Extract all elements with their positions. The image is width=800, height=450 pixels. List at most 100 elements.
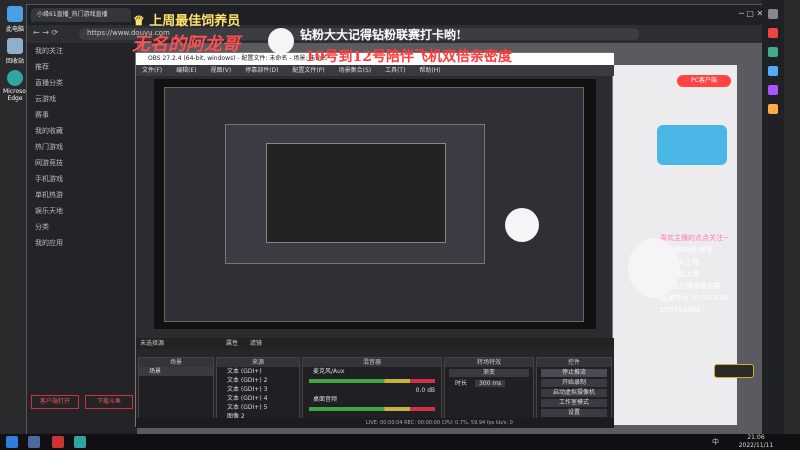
menu-file[interactable]: 文件(F) bbox=[142, 67, 162, 74]
office-icon[interactable] bbox=[768, 66, 778, 76]
sidebar-item[interactable]: 娱乐天地 bbox=[27, 203, 137, 219]
shopping-icon[interactable] bbox=[768, 28, 778, 38]
menu-edit[interactable]: 编辑(E) bbox=[176, 67, 196, 74]
source-toolbar: 未选择源 属性 滤镜 bbox=[136, 338, 614, 349]
obs-menu-bar: 文件(F) 编辑(E) 视图(V) 停靠部件(D) 配置文件(P) 场景集合(S… bbox=[136, 65, 614, 76]
sidebar-item[interactable]: 分类 bbox=[27, 219, 137, 235]
clock[interactable]: 21:06 2022/11/11 bbox=[736, 434, 776, 450]
steam-icon[interactable] bbox=[28, 436, 40, 448]
dock-title: 控件 bbox=[537, 358, 611, 367]
menu-view[interactable]: 视图(V) bbox=[210, 67, 231, 74]
audio-meter bbox=[309, 379, 435, 383]
source-item[interactable]: 文本 (GDI+) 4 bbox=[217, 394, 299, 403]
desktop-icon-recycle[interactable]: 回收站 bbox=[3, 38, 27, 65]
sidebar-item[interactable]: 赛事 bbox=[27, 107, 137, 123]
obs-preview[interactable] bbox=[154, 79, 596, 329]
obs-taskbar-icon[interactable] bbox=[52, 436, 64, 448]
source-item[interactable]: 文本 (GDI+) 3 bbox=[217, 385, 299, 394]
obs-window: OBS 27.2.4 (64-bit, windows) - 配置文件: 未命名… bbox=[135, 52, 614, 428]
banner-top: ♛ 上周最佳饲养员 bbox=[133, 10, 240, 29]
back-forward-icon[interactable]: ← → ⟳ bbox=[33, 28, 58, 37]
virtual-camera-button[interactable]: 启动虚拟摄像机 bbox=[541, 389, 607, 397]
scene-item[interactable]: 场景 bbox=[139, 367, 213, 376]
dock-title: 场景 bbox=[139, 358, 213, 367]
source-item[interactable]: 文本 (GDI+) bbox=[217, 367, 299, 376]
pc-client-badge[interactable]: PC客户端 bbox=[677, 75, 731, 87]
menu-scene-collection[interactable]: 场景集合(S) bbox=[339, 67, 372, 74]
desktop-icon-label: 此电脑 bbox=[5, 26, 24, 33]
nested-preview bbox=[164, 87, 584, 322]
sidebar-item[interactable]: 网游竞技 bbox=[27, 155, 137, 171]
transition-select[interactable]: 渐变 bbox=[449, 369, 529, 377]
controls-dock: 控件 停止推流 开始录制 启动虚拟摄像机 工作室模式 设置 bbox=[536, 357, 612, 427]
taskbar: 中 21:06 2022/11/11 bbox=[0, 434, 800, 450]
menu-help[interactable]: 帮助(H) bbox=[419, 67, 440, 74]
download-button[interactable]: 下载斗鱼 bbox=[85, 395, 133, 409]
mixer-dock: 混音器 麦克风/Aux 0.0 dB 桌面音频 bbox=[302, 357, 442, 427]
tools-icon[interactable] bbox=[768, 47, 778, 57]
mascot-small bbox=[268, 28, 294, 54]
stream-badge-icon bbox=[714, 364, 754, 378]
filters-button[interactable]: 滤镜 bbox=[250, 340, 262, 347]
sidebar-actions: 客户端打开 下载斗鱼 bbox=[27, 379, 137, 439]
mascot-image bbox=[505, 208, 539, 242]
start-icon[interactable] bbox=[6, 436, 18, 448]
sidebar-item[interactable]: 手机游戏 bbox=[27, 171, 137, 187]
nested-preview-2 bbox=[225, 124, 485, 264]
sidebar-item[interactable]: 云游戏 bbox=[27, 91, 137, 107]
sidebar-item[interactable]: 我的关注 bbox=[27, 43, 137, 59]
sources-dock: 来源 文本 (GDI+) 文本 (GDI+) 2 文本 (GDI+) 3 文本 … bbox=[216, 357, 300, 427]
sub-line: 10号到12号陪伴飞机双倍亲密度 bbox=[305, 49, 512, 65]
duration-label: 时长 bbox=[455, 380, 468, 387]
sidebar-item[interactable]: 推荐 bbox=[27, 59, 137, 75]
outlook-icon[interactable] bbox=[768, 85, 778, 95]
duration-row: 时长 300 ms bbox=[445, 379, 533, 388]
source-item[interactable]: 文本 (GDI+) 5 bbox=[217, 403, 299, 412]
transitions-dock: 转场特效 渐变 时长 300 ms bbox=[444, 357, 534, 427]
top-right-line: 钻粉大大记得钻粉联赛打卡哟! bbox=[300, 28, 462, 42]
audio-meter bbox=[309, 407, 435, 411]
games-icon[interactable] bbox=[768, 104, 778, 114]
streamer-name: 无名的阿龙哥 bbox=[132, 34, 240, 55]
ime-indicator[interactable]: 中 bbox=[712, 437, 719, 447]
browser-side-toolbar bbox=[762, 0, 784, 434]
dock-title: 转场特效 bbox=[445, 358, 533, 367]
desktop-icon-edge[interactable]: Microsoft Edge bbox=[3, 70, 30, 102]
open-client-button[interactable]: 客户端打开 bbox=[31, 395, 79, 409]
duration-input[interactable]: 300 ms bbox=[474, 380, 506, 387]
obs-status-bar: LIVE: 00:00:04 REC: 00:00:00 CPU: 0.7%, … bbox=[136, 418, 614, 428]
recycle-bin-icon bbox=[7, 38, 23, 54]
crown-icon: ♛ bbox=[133, 14, 145, 29]
time: 21:06 bbox=[747, 434, 765, 441]
start-record-button[interactable]: 开始录制 bbox=[541, 379, 607, 387]
properties-button[interactable]: 属性 bbox=[226, 340, 238, 347]
source-item[interactable]: 文本 (GDI+) 2 bbox=[217, 376, 299, 385]
mixer-track-db: 0.0 dB bbox=[415, 387, 435, 394]
studio-mode-button[interactable]: 工作室模式 bbox=[541, 399, 607, 407]
menu-docks[interactable]: 停靠部件(D) bbox=[245, 67, 278, 74]
mixer-track-name: 桌面音频 bbox=[313, 396, 338, 403]
sidebar-item[interactable]: 热门游戏 bbox=[27, 139, 137, 155]
sidebar-item[interactable]: 直播分类 bbox=[27, 75, 137, 91]
computer-icon bbox=[7, 6, 23, 22]
search-icon[interactable] bbox=[768, 9, 778, 19]
edge-icon bbox=[7, 70, 23, 86]
site-sidebar: 我的关注 推荐 直播分类 云游戏 赛事 我的收藏 热门游戏 网游竞技 手机游戏 … bbox=[27, 43, 137, 435]
sidebar-item[interactable]: 我的应用 bbox=[27, 235, 137, 251]
dock-title: 混音器 bbox=[303, 358, 441, 367]
settings-button[interactable]: 设置 bbox=[541, 409, 607, 417]
promo-banner[interactable] bbox=[657, 125, 727, 165]
menu-profile[interactable]: 配置文件(P) bbox=[292, 67, 324, 74]
nested-preview-3 bbox=[266, 143, 446, 243]
menu-tools[interactable]: 工具(T) bbox=[385, 67, 405, 74]
sidebar-item[interactable]: 我的收藏 bbox=[27, 123, 137, 139]
scenes-dock: 场景 场景 bbox=[138, 357, 214, 427]
mascot-large bbox=[628, 238, 680, 298]
mixer-track-name: 麦克风/Aux bbox=[313, 368, 345, 375]
browser-tab[interactable]: 小缘61直播_热门游戏直播 bbox=[31, 8, 131, 22]
sidebar-item[interactable]: 单机热游 bbox=[27, 187, 137, 203]
stop-stream-button[interactable]: 停止推流 bbox=[541, 369, 607, 377]
desktop-icon-computer[interactable]: 此电脑 bbox=[3, 6, 27, 33]
edge-taskbar-icon[interactable] bbox=[74, 436, 86, 448]
date: 2022/11/11 bbox=[738, 442, 774, 449]
